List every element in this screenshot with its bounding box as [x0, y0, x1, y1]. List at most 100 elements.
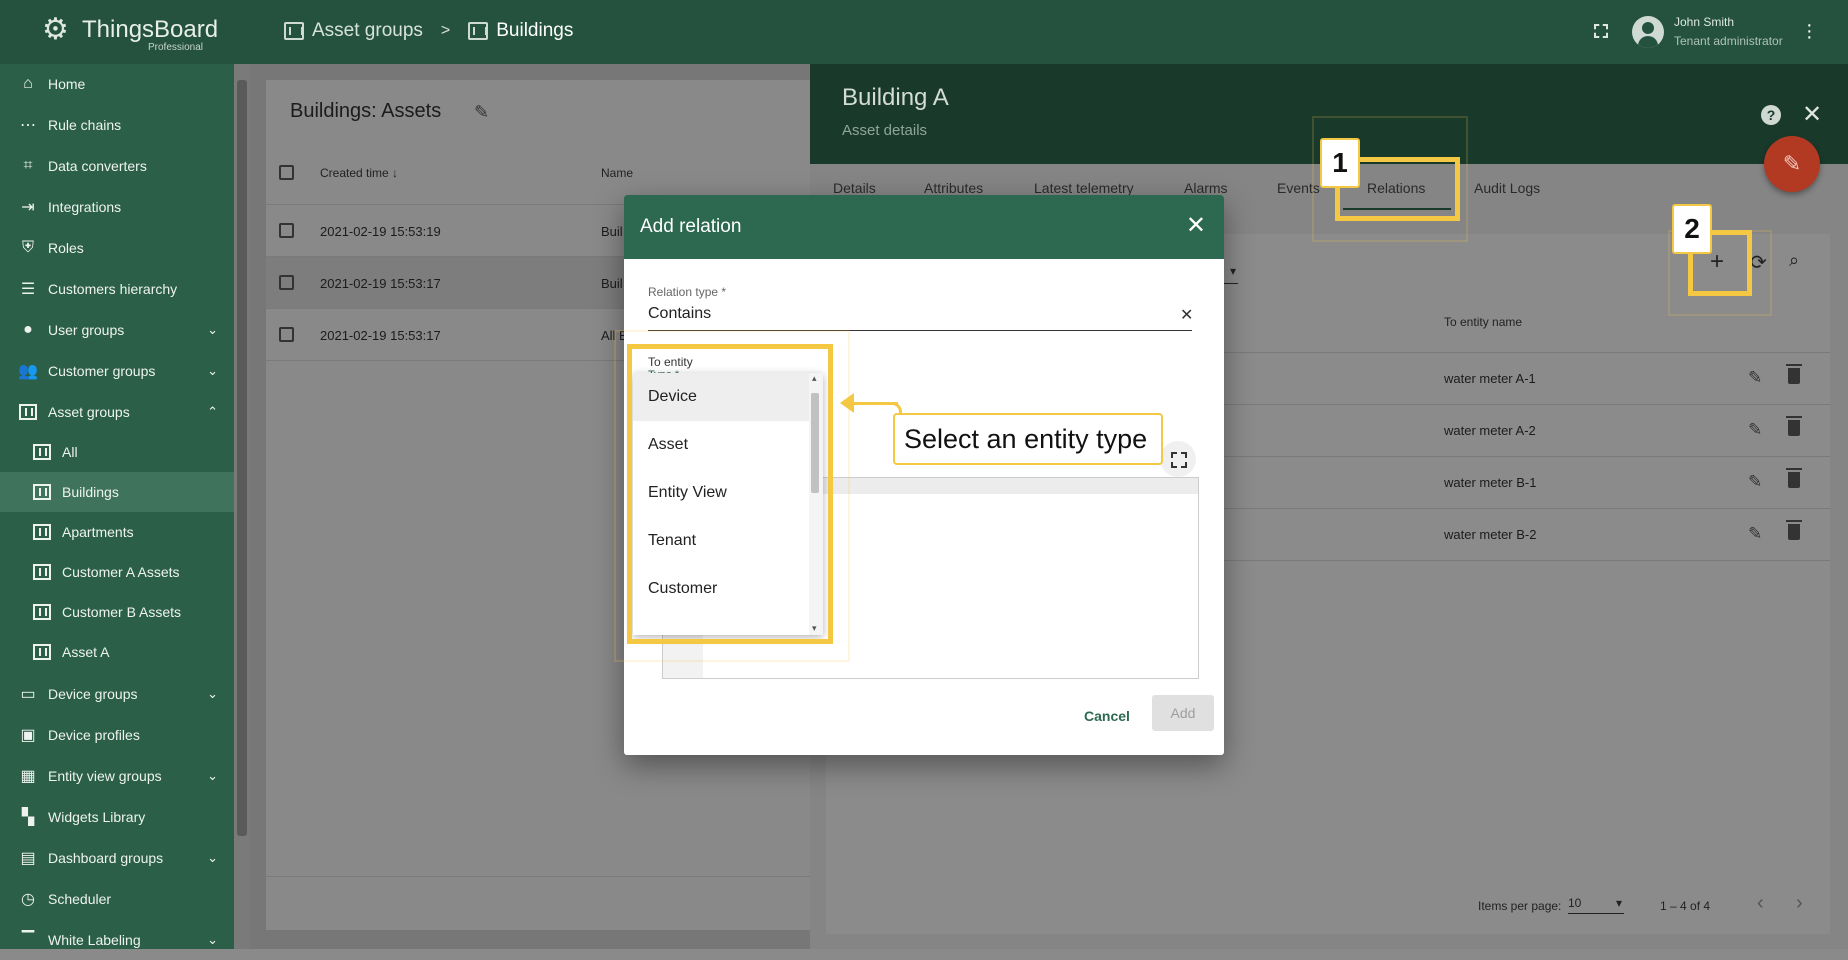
sidebar-item-home[interactable]: ⌂ Home — [0, 64, 234, 104]
edit-icon[interactable]: ✎ — [1748, 524, 1762, 544]
detail-title: Building A — [842, 84, 949, 111]
delete-icon[interactable] — [1786, 468, 1802, 488]
chevron-down-icon[interactable]: ⌄ — [207, 363, 218, 379]
tab-latest-telemetry[interactable]: Latest telemetry — [1034, 180, 1134, 196]
sidebar-scrollbar-thumb[interactable] — [237, 80, 247, 836]
row-checkbox[interactable] — [279, 275, 294, 290]
tab-details[interactable]: Details — [833, 180, 876, 196]
sidebar-item-entity-view-groups[interactable]: ▦ Entity view groups ⌄ — [0, 756, 234, 796]
top-bar: ⚙ ThingsBoard Professional Asset groups … — [0, 0, 1848, 64]
sidebar-item-user-groups[interactable]: ● User groups ⌄ — [0, 310, 234, 350]
sidebar-item-dashboard-groups[interactable]: ▤ Dashboard groups ⌄ — [0, 838, 234, 878]
close-icon[interactable]: ✕ — [1186, 211, 1206, 240]
clear-icon[interactable]: ✕ — [1180, 305, 1193, 325]
sidebar-item-customer-groups[interactable]: 👥 Customer groups ⌄ — [0, 351, 234, 391]
sidebar-item-integrations[interactable]: ⇥ Integrations — [0, 187, 234, 227]
sidebar-item-all[interactable]: All — [0, 432, 234, 472]
dropdown-highlight — [627, 344, 833, 644]
sidebar-item-asset-a[interactable]: Asset A — [0, 632, 234, 672]
building-icon — [32, 443, 52, 461]
add-button[interactable]: Add — [1152, 695, 1214, 731]
sidebar-item-data-converters[interactable]: ⌗ Data converters — [0, 146, 234, 186]
chevron-right-icon[interactable]: › — [1796, 892, 1803, 915]
sidebar-item-white-labeling[interactable]: ▔ White Labeling ⌄ — [0, 920, 234, 960]
sidebar-item-roles[interactable]: ⛨ Roles — [0, 228, 234, 268]
sidebar-item-scheduler[interactable]: ◷ Scheduler — [0, 879, 234, 919]
row-name: Buil — [601, 224, 623, 239]
edit-icon[interactable]: ✎ — [1748, 472, 1762, 492]
sidebar-item-customer-b-assets[interactable]: Customer B Assets — [0, 592, 234, 632]
chevron-left-icon[interactable]: ‹ — [1757, 892, 1764, 915]
thingsboard-logo[interactable]: ⚙ ThingsBoard Professional — [40, 10, 220, 56]
dialog-title: Add relation — [640, 216, 742, 237]
sidebar-item-device-profiles[interactable]: ▣ Device profiles — [0, 715, 234, 755]
step-badge-1: 1 — [1320, 138, 1360, 188]
close-icon[interactable]: ✕ — [1802, 100, 1822, 129]
user-role: Tenant administrator — [1674, 34, 1783, 48]
row-created: 2021-02-19 15:53:17 — [320, 276, 441, 291]
chevron-down-icon[interactable]: ⌄ — [207, 768, 218, 784]
chevron-down-icon[interactable]: ⌄ — [207, 686, 218, 702]
avatar[interactable] — [1632, 16, 1664, 48]
sidebar-item-customers-hierarchy[interactable]: ☰ Customers hierarchy — [0, 269, 234, 309]
edit-icon[interactable]: ✎ — [474, 102, 489, 123]
sidebar: ⌂ Home ⋯ Rule chains ⌗ Data converters ⇥ Int… — [0, 64, 234, 949]
tab-attributes[interactable]: Attributes — [924, 180, 983, 196]
sidebar-item-asset-groups[interactable]: Asset groups ⌃ — [0, 392, 234, 432]
sidebar-item-label: Customers hierarchy — [48, 281, 178, 297]
chevron-down-icon[interactable]: ⌄ — [207, 322, 218, 338]
step-badge-2: 2 — [1672, 204, 1712, 254]
building-icon — [32, 563, 52, 581]
breadcrumb: Asset groups > Buildings — [284, 20, 573, 42]
logo-brand: ThingsBoard — [82, 16, 219, 43]
chevron-up-icon[interactable]: ⌃ — [207, 404, 218, 420]
edit-icon[interactable]: ✎ — [1748, 368, 1762, 388]
user-name: John Smith — [1674, 15, 1735, 29]
building-icon — [18, 403, 38, 421]
to-entity-name: water meter A-1 — [1444, 371, 1536, 386]
building-icon — [284, 22, 304, 40]
sidebar-item-label: Roles — [48, 240, 84, 256]
search-icon[interactable]: ⌕ — [1789, 250, 1799, 271]
items-per-page-select[interactable]: 10 — [1568, 896, 1624, 914]
edit-icon[interactable]: ✎ — [1748, 420, 1762, 440]
more-vert-icon[interactable]: · · · — [1806, 15, 1813, 47]
tab-alarms[interactable]: Alarms — [1184, 180, 1228, 196]
devices-icon: ▭ — [20, 686, 36, 703]
column-header-name[interactable]: Name — [601, 166, 633, 180]
fullscreen-icon[interactable] — [1594, 24, 1608, 38]
chevron-down-icon[interactable]: ⌄ — [207, 850, 218, 866]
help-icon[interactable]: ? — [1761, 105, 1781, 125]
relation-type-input[interactable]: Contains — [648, 305, 711, 323]
home-icon: ⌂ — [23, 75, 33, 92]
hierarchy-icon: ☰ — [20, 281, 36, 298]
delete-icon[interactable] — [1786, 520, 1802, 540]
delete-icon[interactable] — [1786, 416, 1802, 436]
building-icon — [32, 643, 52, 661]
select-all-checkbox[interactable] — [279, 165, 294, 180]
tab-audit-logs[interactable]: Audit Logs — [1474, 180, 1540, 196]
sidebar-item-buildings[interactable]: Buildings — [0, 472, 234, 512]
building-icon — [468, 22, 489, 40]
delete-icon[interactable] — [1786, 364, 1802, 384]
shield-icon: ⛨ — [21, 239, 34, 256]
sidebar-item-customer-a-assets[interactable]: Customer A Assets — [0, 552, 234, 592]
breadcrumb-current: Buildings — [496, 20, 574, 41]
chevron-down-icon[interactable]: ⌄ — [207, 932, 218, 948]
integration-icon: ⇥ — [21, 199, 35, 216]
sidebar-item-device-groups[interactable]: ▭ Device groups ⌄ — [0, 674, 234, 714]
column-header-to-entity-name[interactable]: To entity name — [1444, 315, 1522, 329]
row-checkbox[interactable] — [279, 223, 294, 238]
sidebar-item-label: Asset A — [62, 644, 110, 660]
breadcrumb-parent[interactable]: Asset groups — [312, 20, 423, 42]
column-header-created[interactable]: Created time ↓ — [320, 166, 398, 180]
row-checkbox[interactable] — [279, 327, 294, 342]
sidebar-item-apartments[interactable]: Apartments — [0, 512, 234, 552]
view-icon: ▦ — [20, 768, 36, 785]
sidebar-item-rule-chains[interactable]: ⋯ Rule chains — [0, 105, 234, 145]
building-icon — [32, 523, 52, 541]
cancel-button[interactable]: Cancel — [1084, 708, 1130, 724]
people-icon: 👥 — [18, 363, 38, 380]
sidebar-item-widgets-library[interactable]: ▚ Widgets Library — [0, 797, 234, 837]
fullscreen-icon[interactable] — [1160, 441, 1196, 477]
